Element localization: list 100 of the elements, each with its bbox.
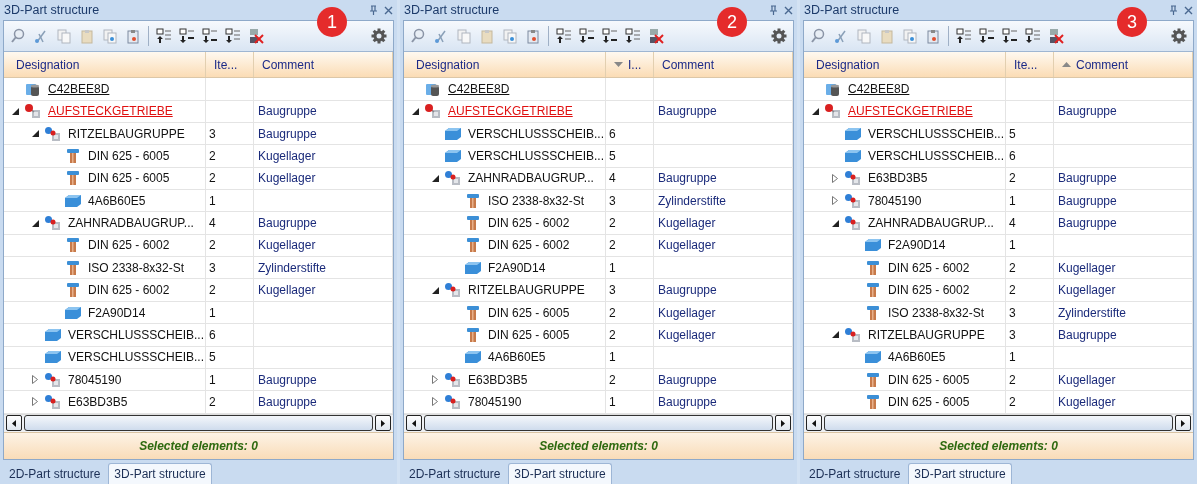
expander-icon[interactable] <box>411 107 419 115</box>
part-designation[interactable]: VERSCHLUSSSCHEIB... <box>868 149 1005 163</box>
paste-icon[interactable] <box>125 28 141 44</box>
expand-level-icon[interactable] <box>579 28 595 44</box>
panel-tab[interactable]: 2D-Part structure <box>403 463 507 484</box>
part-designation[interactable]: AUFSTECKGETRIEBE <box>48 104 173 119</box>
part-designation[interactable]: DIN 625 - 6002 <box>888 260 970 275</box>
panel-tab[interactable]: 2D-Part structure <box>803 463 907 484</box>
column-header[interactable]: Comment <box>1054 52 1193 78</box>
expand-all-icon[interactable] <box>625 28 641 44</box>
part-designation[interactable]: AUFSTECKGETRIEBE <box>448 104 573 119</box>
column-header[interactable]: Comment <box>654 52 793 78</box>
expander-icon[interactable] <box>811 107 819 115</box>
panel-tab[interactable]: 3D-Part structure <box>508 463 612 484</box>
part-designation[interactable]: ISO 2338-8x32-St <box>888 305 985 320</box>
part-designation[interactable]: ZAHNRADBAUGRUP... <box>68 216 194 231</box>
column-header[interactable]: Designation <box>804 52 1006 78</box>
scroll-right-icon[interactable] <box>781 419 785 427</box>
copy-icon[interactable] <box>102 28 118 44</box>
pin-icon[interactable] <box>369 5 378 15</box>
part-designation[interactable]: DIN 625 - 6002 <box>88 238 170 253</box>
expand-level-icon[interactable] <box>179 28 195 44</box>
paste-icon[interactable] <box>925 28 941 44</box>
part-designation[interactable]: RITZELBAUGRUPPE <box>468 283 585 298</box>
paste-icon[interactable] <box>525 28 541 44</box>
column-header[interactable]: Ite... <box>206 52 254 78</box>
part-designation[interactable]: 4A6B60E5 <box>88 193 146 208</box>
part-designation[interactable]: C42BEE8D <box>448 81 510 96</box>
scroll-right-icon[interactable] <box>1181 419 1185 427</box>
column-header[interactable]: Ite... <box>1006 52 1054 78</box>
part-designation[interactable]: 4A6B60E5 <box>888 350 946 365</box>
part-designation[interactable]: DIN 625 - 6002 <box>888 283 970 298</box>
part-designation[interactable]: VERSCHLUSSSCHEIB... <box>868 126 1005 141</box>
settings-icon[interactable] <box>771 28 787 44</box>
close-icon[interactable] <box>384 5 393 15</box>
part-designation[interactable]: E63BD3B5 <box>68 394 128 409</box>
expand-all-icon[interactable] <box>1025 28 1041 44</box>
pin-icon[interactable] <box>769 5 778 15</box>
close-icon[interactable] <box>784 5 793 15</box>
part-designation[interactable]: 78045190 <box>468 394 522 409</box>
copy-icon[interactable] <box>502 28 518 44</box>
expander-icon[interactable] <box>31 130 39 138</box>
column-header[interactable]: Comment <box>254 52 393 78</box>
part-designation[interactable]: F2A90D14 <box>888 238 946 253</box>
part-designation[interactable]: DIN 625 - 6002 <box>88 283 170 298</box>
scroll-left-icon[interactable] <box>412 419 416 427</box>
part-designation[interactable]: VERSCHLUSSSCHEIB... <box>468 149 605 163</box>
expander-icon[interactable] <box>31 219 39 227</box>
part-designation[interactable]: DIN 625 - 6005 <box>888 372 970 387</box>
collapse-all-icon[interactable] <box>556 28 572 44</box>
expand-level-icon[interactable] <box>202 28 218 44</box>
part-designation[interactable]: VERSCHLUSSSCHEIB... <box>68 350 205 365</box>
panel-tab[interactable]: 3D-Part structure <box>908 463 1012 484</box>
part-designation[interactable]: 78045190 <box>868 193 922 208</box>
collapse-all-icon[interactable] <box>956 28 972 44</box>
part-designation[interactable]: RITZELBAUGRUPPE <box>868 327 985 342</box>
column-header[interactable]: I... <box>606 52 654 78</box>
expander-icon[interactable] <box>831 331 839 339</box>
expander-icon[interactable] <box>431 174 439 182</box>
part-designation[interactable]: AUFSTECKGETRIEBE <box>848 104 973 119</box>
expander-icon[interactable] <box>11 107 19 115</box>
clear-sort-icon[interactable] <box>248 28 264 44</box>
search-icon[interactable] <box>10 28 26 44</box>
collapse-all-icon[interactable] <box>156 28 172 44</box>
part-designation[interactable]: RITZELBAUGRUPPE <box>68 126 185 141</box>
settings-icon[interactable] <box>371 28 387 44</box>
scroll-left-icon[interactable] <box>12 419 16 427</box>
clear-sort-icon[interactable] <box>1048 28 1064 44</box>
search-icon[interactable] <box>410 28 426 44</box>
part-designation[interactable]: DIN 625 - 6005 <box>488 327 570 342</box>
search-icon[interactable] <box>810 28 826 44</box>
part-designation[interactable]: ISO 2338-8x32-St <box>88 260 185 275</box>
part-designation[interactable]: VERSCHLUSSSCHEIB... <box>68 327 205 342</box>
column-header[interactable]: Designation <box>4 52 206 78</box>
part-designation[interactable]: ISO 2338-8x32-St <box>488 193 585 208</box>
part-designation[interactable]: F2A90D14 <box>488 260 546 275</box>
part-designation[interactable]: DIN 625 - 6002 <box>488 216 570 231</box>
panel-tab[interactable]: 2D-Part structure <box>3 463 107 484</box>
scroll-right-icon[interactable] <box>381 419 385 427</box>
part-designation[interactable]: DIN 625 - 6005 <box>88 149 170 163</box>
expand-level-icon[interactable] <box>1002 28 1018 44</box>
expander-icon[interactable] <box>831 219 839 227</box>
part-designation[interactable]: VERSCHLUSSSCHEIB... <box>468 126 605 141</box>
expander-icon[interactable] <box>431 286 439 294</box>
expand-all-icon[interactable] <box>225 28 241 44</box>
expand-level-icon[interactable] <box>979 28 995 44</box>
part-designation[interactable]: E63BD3B5 <box>468 372 528 387</box>
close-icon[interactable] <box>1184 5 1193 15</box>
copy-icon[interactable] <box>902 28 918 44</box>
part-designation[interactable]: ZAHNRADBAUGRUP... <box>468 171 594 186</box>
part-designation[interactable]: 78045190 <box>68 372 122 387</box>
part-designation[interactable]: F2A90D14 <box>88 305 146 320</box>
part-designation[interactable]: ZAHNRADBAUGRUP... <box>868 216 994 231</box>
part-designation[interactable]: C42BEE8D <box>848 81 910 96</box>
part-designation[interactable]: 4A6B60E5 <box>488 350 546 365</box>
clear-sort-icon[interactable] <box>648 28 664 44</box>
part-designation[interactable]: DIN 625 - 6005 <box>888 394 970 409</box>
part-designation[interactable]: DIN 625 - 6002 <box>488 238 570 253</box>
part-designation[interactable]: C42BEE8D <box>48 81 110 96</box>
pin-icon[interactable] <box>1169 5 1178 15</box>
